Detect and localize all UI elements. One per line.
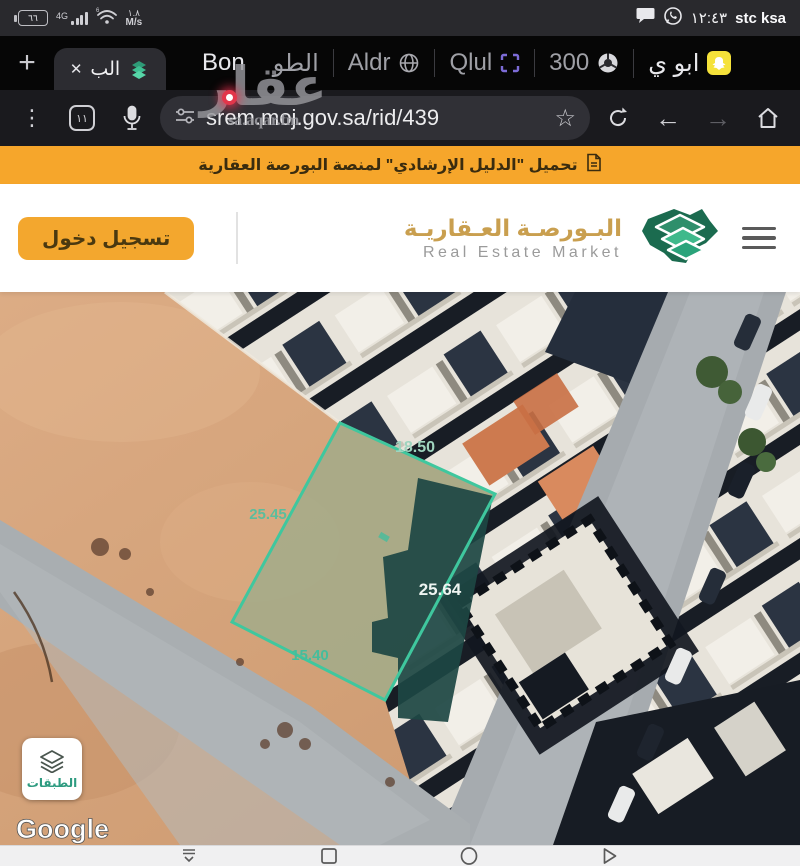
dimension-left: 25.45 — [249, 506, 287, 523]
srem-logo-icon — [636, 205, 720, 272]
brand-text: البـورصـة العـقاريـة Real Estate Market — [404, 215, 622, 262]
phone-screen: ٦٦ 4G 6 ١.٨ M/s — [0, 0, 800, 866]
url-bar[interactable]: srem.moj.gov.sa/rid/439 ☆ — [160, 96, 590, 140]
back-icon[interactable]: ← — [646, 96, 690, 140]
download-guide-banner[interactable]: تحميل "الدليل الإرشادي" لمنصة البورصة ال… — [0, 146, 800, 184]
overflow-menu-icon[interactable]: ⋮ — [10, 96, 54, 140]
login-button[interactable]: تسجيل دخول — [18, 217, 194, 260]
tab-aldr[interactable]: Aldr — [333, 49, 435, 77]
satellite-map[interactable]: 18.50 25.45 25.64 15.40 Google الطبقات — [0, 292, 800, 845]
site-settings-icon[interactable] — [174, 106, 196, 131]
cell-signal-icon: 4G — [56, 12, 88, 25]
url-text[interactable]: srem.moj.gov.sa/rid/439 — [206, 105, 544, 131]
layers-icon — [38, 749, 66, 773]
header-divider — [236, 212, 238, 264]
status-left: ٦٦ 4G 6 ١.٨ M/s — [14, 7, 142, 30]
active-tab[interactable]: ✕ الب — [54, 48, 166, 90]
google-attribution: Google — [16, 814, 109, 844]
map-canvas: 18.50 25.45 25.64 15.40 Google — [0, 292, 800, 845]
tab-qlul[interactable]: Qlul — [434, 49, 534, 77]
home-icon[interactable] — [746, 96, 790, 140]
battery-icon: ٦٦ — [14, 10, 48, 26]
tab-bon[interactable]: Bon — [188, 49, 259, 77]
browser-tab-strip: + ✕ الب Bon الطو Aldr — [0, 36, 800, 90]
recents-icon[interactable] — [321, 848, 338, 865]
tab-300[interactable]: 300 — [534, 49, 633, 77]
site-header: تسجيل دخول البـورصـة العـقاريـة Real Est… — [0, 184, 800, 292]
message-bubble-icon — [636, 7, 655, 29]
back-nav-icon[interactable] — [603, 847, 618, 865]
chrome-icon — [597, 52, 619, 74]
background-tabs: Bon الطو Aldr Qlul — [188, 36, 745, 90]
clock: ١٢:٤٣ — [691, 9, 727, 27]
whatsapp-icon — [663, 6, 683, 31]
globe-icon — [398, 52, 420, 74]
network-speed: ١.٨ M/s — [126, 9, 143, 28]
microphone-icon[interactable] — [110, 96, 154, 140]
reload-icon[interactable] — [596, 96, 640, 140]
tab-altaw[interactable]: الطو — [259, 49, 333, 78]
banner-text: تحميل "الدليل الإرشادي" لمنصة البورصة ال… — [198, 155, 577, 175]
scan-frame-icon — [500, 53, 520, 73]
active-tab-label: الب — [90, 58, 120, 81]
dimension-bottom: 15.40 — [291, 647, 329, 664]
home-nav-icon[interactable] — [460, 847, 479, 866]
bookmark-star-icon[interactable]: ☆ — [554, 104, 576, 133]
new-tab-button[interactable]: + — [0, 36, 54, 90]
keyboard-hide-icon[interactable] — [180, 848, 198, 864]
snapchat-icon — [707, 51, 731, 75]
document-icon — [586, 153, 602, 177]
brand-arabic: البـورصـة العـقاريـة — [404, 215, 622, 242]
dimension-top: 18.50 — [395, 439, 435, 456]
layers-button[interactable]: الطبقات — [22, 738, 82, 800]
close-tab-icon[interactable]: ✕ — [70, 60, 83, 78]
dimension-right: 25.64 — [419, 580, 462, 599]
layers-label: الطبقات — [27, 776, 77, 790]
status-right: ١٢:٤٣ stc ksa — [636, 6, 786, 31]
wifi-icon: 6 — [96, 7, 118, 30]
srem-favicon-icon — [128, 58, 150, 80]
forward-icon: → — [696, 96, 740, 140]
hamburger-menu-icon[interactable] — [736, 221, 782, 256]
android-nav-bar — [0, 845, 800, 866]
status-bar: ٦٦ 4G 6 ١.٨ M/s — [0, 0, 800, 36]
battery-level: ٦٦ — [18, 10, 48, 26]
carrier-label: stc ksa — [735, 10, 786, 27]
browser-toolbar: ⋮ ١١ srem.moj.gov.sa/rid/439 ☆ — [0, 90, 800, 146]
tab-switcher-button[interactable]: ١١ — [60, 96, 104, 140]
brand-english: Real Estate Market — [404, 244, 622, 262]
tab-abu[interactable]: ابو ي — [633, 49, 745, 78]
